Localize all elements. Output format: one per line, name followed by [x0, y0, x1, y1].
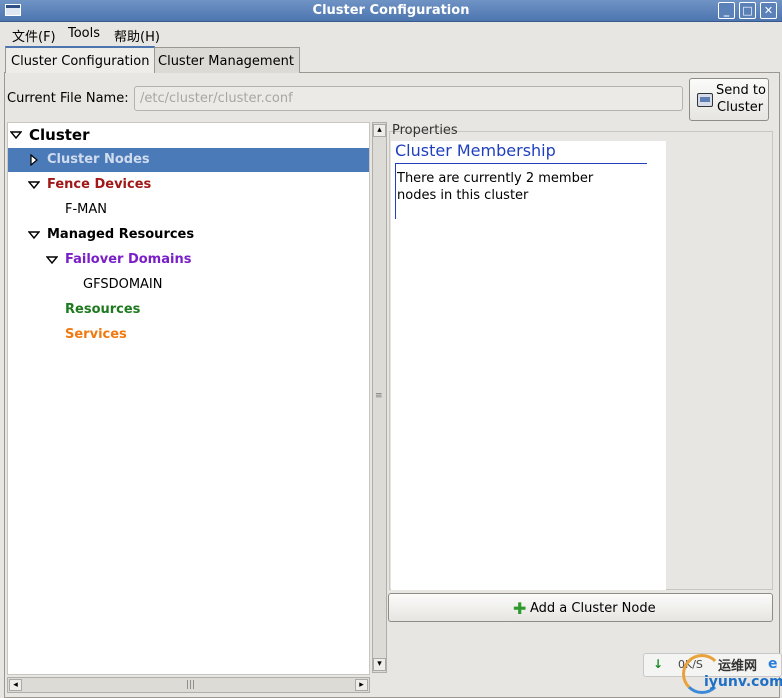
properties-side-bar — [395, 163, 396, 219]
scroll-grip-icon: ||| — [186, 680, 196, 690]
tree-label-services: Services — [65, 327, 127, 342]
properties-label: Properties — [392, 123, 458, 138]
tree-label-cluster: Cluster — [29, 126, 90, 144]
tree-item-gfsdomain[interactable]: GFSDOMAIN — [8, 273, 369, 297]
watermark-url: iyunv.com — [704, 674, 782, 690]
tree-item-resources[interactable]: Resources — [8, 298, 369, 322]
menu-tools[interactable]: Tools — [68, 26, 100, 41]
tree-item-failover-domains[interactable]: Failover Domains — [8, 248, 369, 272]
expanded-arrow-icon[interactable] — [28, 179, 40, 191]
tree-item-cluster[interactable]: Cluster — [8, 123, 369, 147]
properties-panel — [391, 141, 666, 590]
maximize-button[interactable]: □ — [739, 2, 756, 19]
send-label-line1: Send to — [716, 83, 766, 98]
minimize-button[interactable]: _ — [718, 2, 735, 19]
tab-cluster-configuration[interactable]: Cluster Configuration — [5, 46, 156, 73]
pane-divider-scrollbar[interactable]: ▴ ≡ ▾ — [372, 122, 387, 673]
tree-label-gfsdomain: GFSDOMAIN — [83, 277, 163, 292]
close-button[interactable]: ✕ — [760, 2, 777, 19]
properties-title: Cluster Membership — [395, 141, 556, 160]
expanded-arrow-icon[interactable] — [10, 129, 22, 141]
download-arrow-icon: ↓ — [653, 657, 664, 671]
tree-label-cluster-nodes: Cluster Nodes — [47, 152, 150, 167]
expanded-arrow-icon[interactable] — [46, 254, 58, 266]
tree-item-services[interactable]: Services — [8, 323, 369, 347]
scroll-left-arrow-icon[interactable]: ◂ — [9, 679, 22, 691]
tree-label-resources: Resources — [65, 302, 141, 317]
file-name-field[interactable]: /etc/cluster/cluster.conf — [134, 86, 683, 111]
menu-bar: 文件(F) Tools 帮助(H) — [0, 23, 782, 46]
send-to-cluster-button[interactable]: Send to Cluster — [689, 78, 769, 121]
tree-item-fence-devices[interactable]: Fence Devices — [8, 173, 369, 197]
tree-label-managed-resources: Managed Resources — [47, 227, 195, 242]
scroll-right-arrow-icon[interactable]: ▸ — [355, 679, 368, 691]
menu-file[interactable]: 文件(F) — [12, 26, 56, 45]
browser-e-icon: e — [768, 656, 778, 672]
tree-label-f-man: F-MAN — [65, 202, 108, 217]
tree-label-failover-domains: Failover Domains — [65, 252, 192, 267]
send-label-line2: Cluster — [717, 100, 764, 115]
window-title: Cluster Configuration — [312, 3, 470, 18]
scroll-grip-icon: ≡ — [375, 391, 383, 401]
tree-item-cluster-nodes[interactable]: Cluster Nodes — [8, 148, 369, 172]
title-bar: Cluster Configuration _ □ ✕ — [0, 0, 782, 22]
tab-cluster-management[interactable]: Cluster Management — [152, 47, 300, 73]
menu-help[interactable]: 帮助(H) — [114, 26, 160, 45]
expanded-arrow-icon[interactable] — [28, 229, 40, 241]
scroll-down-arrow-icon[interactable]: ▾ — [373, 658, 386, 671]
tree-label-fence-devices: Fence Devices — [47, 177, 152, 192]
tree-item-managed-resources[interactable]: Managed Resources — [8, 223, 369, 247]
cluster-tree: Cluster Cluster Nodes Fence Devices F-MA… — [7, 122, 370, 675]
properties-title-rule — [395, 163, 647, 164]
add-icon: ✚ — [513, 599, 527, 618]
collapsed-arrow-icon[interactable] — [28, 154, 40, 166]
add-cluster-node-button[interactable]: ✚ Add a Cluster Node — [388, 593, 773, 622]
properties-text: There are currently 2 member nodes in th… — [397, 171, 594, 203]
tree-item-f-man[interactable]: F-MAN — [8, 198, 369, 222]
watermark-brand: 运维网 — [718, 659, 758, 674]
add-cluster-node-label: Add a Cluster Node — [530, 601, 656, 616]
tree-horizontal-scrollbar[interactable]: ◂ ||| ▸ — [7, 677, 370, 693]
file-name-label: Current File Name: — [7, 91, 129, 106]
send-icon — [697, 93, 713, 107]
scroll-up-arrow-icon[interactable]: ▴ — [373, 124, 386, 137]
